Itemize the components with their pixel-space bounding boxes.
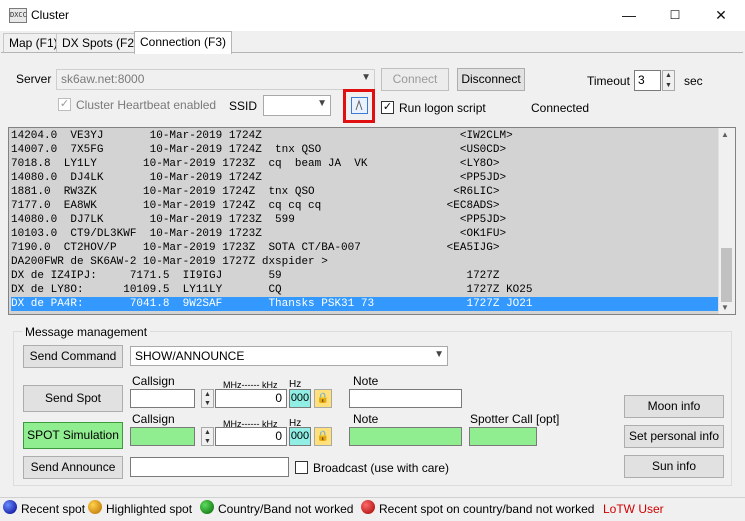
tab-map[interactable]: Map (F1): [3, 33, 64, 53]
chevron-down-icon: ▼: [361, 72, 371, 83]
sim-callsign-input[interactable]: [130, 427, 195, 446]
spotter-label: Spotter Call [opt]: [470, 412, 560, 426]
connect-button[interactable]: Connect: [381, 68, 449, 91]
minimize-button[interactable]: —: [606, 0, 652, 31]
broadcast-label: Broadcast (use with care): [313, 461, 450, 475]
timeout-value: 3: [638, 73, 645, 87]
spot-freq-input[interactable]: 0: [215, 389, 287, 408]
legend-not-worked: Country/Band not worked: [218, 502, 354, 516]
send-announce-button[interactable]: Send Announce: [23, 456, 123, 479]
orange-dot-icon: [88, 500, 102, 514]
sim-hz-input[interactable]: 000: [289, 427, 311, 446]
sim-callsign-label: Callsign: [132, 412, 175, 426]
sim-note-input[interactable]: [349, 427, 462, 446]
timeout-unit: sec: [684, 74, 703, 88]
ssid-label: SSID: [229, 99, 258, 113]
scroll-thumb[interactable]: [721, 248, 732, 302]
chevron-down-icon: ▼: [434, 349, 444, 360]
list-item[interactable]: DX de IZ4IPJ: 7171.5 II9IGJ 59 1727Z: [11, 269, 722, 283]
scroll-up-icon[interactable]: ▲: [721, 130, 729, 139]
command-value: SHOW/ANNOUNCE: [135, 349, 245, 363]
broadcast-checkbox[interactable]: [295, 461, 308, 474]
timeout-stepper[interactable]: ▲ ▼: [662, 70, 675, 91]
maximize-button[interactable]: ☐: [652, 0, 698, 31]
timeout-input[interactable]: 3: [634, 70, 661, 91]
tab-dx-spots[interactable]: DX Spots (F2): [56, 33, 145, 53]
disconnect-button[interactable]: Disconnect: [457, 68, 525, 91]
send-spot-button[interactable]: Send Spot: [23, 385, 123, 412]
command-combo[interactable]: SHOW/ANNOUNCE ▼: [130, 346, 448, 366]
server-value: sk6aw.net:8000: [61, 72, 145, 86]
spot-freq-stepper[interactable]: ▲ ▼: [201, 389, 214, 408]
heartbeat-label: Cluster Heartbeat enabled: [76, 98, 217, 112]
red-dot-icon: [361, 500, 375, 514]
list-item[interactable]: 7018.8 LY1LY 10-Mar-2019 1723Z cq beam J…: [11, 157, 722, 171]
list-item[interactable]: 14007.0 7X5FG 10-Mar-2019 1724Z tnx QSO …: [11, 143, 722, 157]
announce-input[interactable]: [130, 457, 289, 477]
script-icon: [355, 99, 363, 111]
send-command-button[interactable]: Send Command: [23, 345, 123, 368]
list-item[interactable]: DA200FWR de SK6AW-2 10-Mar-2019 1727Z dx…: [11, 255, 722, 269]
set-personal-info-button[interactable]: Set personal info: [624, 425, 724, 448]
list-item[interactable]: 14204.0 VE3YJ 10-Mar-2019 1724Z <IW2CLM>: [11, 129, 722, 143]
timeout-label: Timeout: [587, 74, 630, 88]
sim-freq-input[interactable]: 0: [215, 427, 287, 446]
blue-dot-icon: [3, 500, 17, 514]
spotter-input[interactable]: [469, 427, 537, 446]
legend-recent-not-worked: Recent spot on country/band not worked: [379, 502, 595, 516]
legend-lotw: LoTW User: [603, 502, 664, 516]
connection-status: Connected: [531, 101, 590, 115]
spot-callsign-input[interactable]: [130, 389, 195, 408]
logon-script-checkbox[interactable]: ✓: [381, 101, 394, 114]
list-item[interactable]: 14080.0 DJ4LK 10-Mar-2019 1724Z <PP5JD>: [11, 171, 722, 185]
message-group-label: Message management: [22, 325, 151, 339]
spot-note-input[interactable]: [349, 389, 462, 408]
server-label: Server: [16, 72, 52, 86]
ssid-combo[interactable]: ▼: [263, 95, 331, 116]
legend-highlighted: Highlighted spot: [106, 502, 193, 516]
sim-freq-stepper[interactable]: ▲ ▼: [201, 427, 214, 446]
callsign-label: Callsign: [132, 374, 175, 388]
window-title: Cluster: [31, 8, 70, 22]
app-icon: DXCC: [9, 8, 27, 23]
scroll-down-icon[interactable]: ▼: [721, 303, 729, 312]
moon-info-button[interactable]: Moon info: [624, 395, 724, 418]
heartbeat-checkbox[interactable]: ✓: [58, 98, 71, 111]
lock-icon[interactable]: 🔒: [314, 427, 332, 446]
sim-note-label: Note: [353, 412, 379, 426]
close-button[interactable]: ✕: [698, 0, 744, 31]
chevron-down-icon: ▼: [317, 98, 327, 109]
server-combo[interactable]: sk6aw.net:8000 ▼: [56, 69, 375, 90]
list-item-selected[interactable]: DX de PA4R: 7041.8 9W2SAF Thansks PSK31 …: [11, 297, 722, 311]
spot-list[interactable]: 14204.0 VE3YJ 10-Mar-2019 1724Z <IW2CLM>…: [8, 127, 736, 315]
list-item[interactable]: 7177.0 EA8WK 10-Mar-2019 1724Z cq cq cq …: [11, 199, 722, 213]
sun-info-button[interactable]: Sun info: [624, 455, 724, 478]
green-dot-icon: [200, 500, 214, 514]
list-item[interactable]: 7190.0 CT2HOV/P 10-Mar-2019 1723Z SOTA C…: [11, 241, 722, 255]
lock-icon[interactable]: 🔒: [314, 389, 332, 408]
list-item[interactable]: DX de LY8O: 10109.5 LY11LY CQ 1727Z KO25: [11, 283, 722, 297]
vertical-scrollbar[interactable]: ▲ ▼: [718, 128, 735, 314]
logon-script-label: Run logon script: [399, 101, 486, 115]
note-label: Note: [353, 374, 379, 388]
legend-recent: Recent spot: [21, 502, 86, 516]
list-item[interactable]: 1881.0 RW3ZK 10-Mar-2019 1724Z tnx QSO <…: [11, 185, 722, 199]
tab-connection[interactable]: Connection (F3): [134, 31, 233, 54]
list-item[interactable]: 10103.0 CT9/DL3KWF 10-Mar-2019 1723Z <OK…: [11, 227, 722, 241]
edit-script-button[interactable]: [351, 97, 368, 114]
list-item[interactable]: 14080.0 DJ7LK 10-Mar-2019 1723Z 599 <PP5…: [11, 213, 722, 227]
spot-hz-input[interactable]: 000: [289, 389, 311, 408]
spot-simulation-button[interactable]: SPOT Simulation: [23, 422, 123, 449]
